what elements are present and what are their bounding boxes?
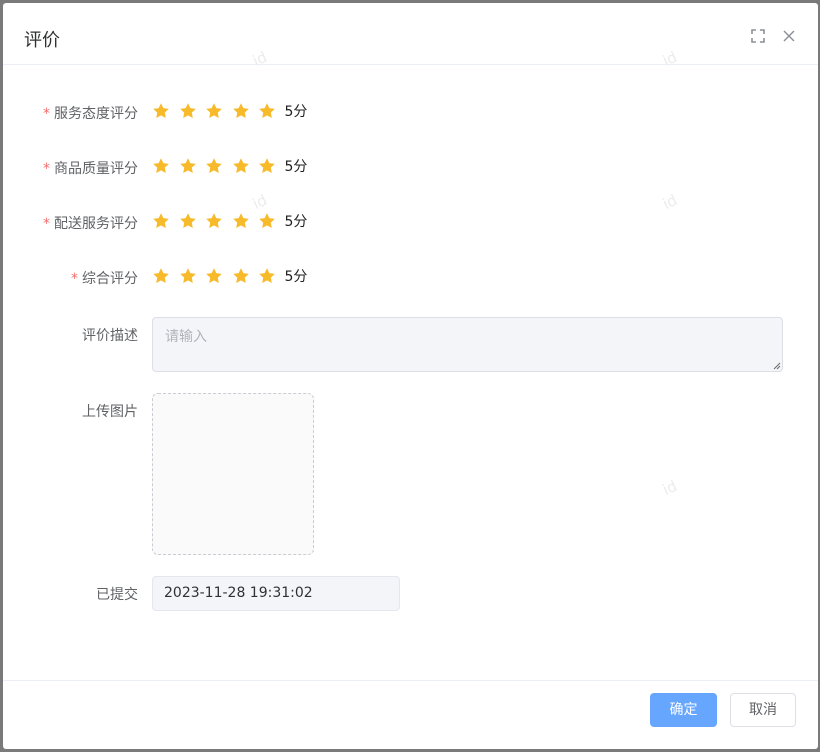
star-icon[interactable] [152,212,170,230]
description-placeholder: 请输入 [165,329,207,345]
cancel-button[interactable]: 取消 [730,693,796,727]
rating-score-text: 5分 [284,214,308,230]
star-rating[interactable]: 5分 [152,211,307,231]
star-rating[interactable]: 5分 [152,101,307,121]
watermark: id [659,190,680,214]
star-icon[interactable] [205,102,223,120]
star-icon[interactable] [232,212,250,230]
rating-label: * 服务态度评分 [43,103,138,123]
rating-label-text: 综合评分 [82,271,138,287]
star-icon[interactable] [152,267,170,285]
rating-score-text: 5分 [284,269,308,285]
dialog-footer: 确定 取消 [3,680,818,749]
rating-label: * 商品质量评分 [43,158,138,178]
submitted-time-field: 2023-11-28 19:31:02 [152,576,400,611]
star-icon[interactable] [152,157,170,175]
star-icon[interactable] [179,102,197,120]
rating-label-text: 服务态度评分 [54,106,138,122]
star-icon[interactable] [232,267,250,285]
rating-score-text: 5分 [284,104,308,120]
star-icon[interactable] [258,102,276,120]
watermark: id [249,190,270,214]
star-icon[interactable] [232,102,250,120]
star-rating[interactable]: 5分 [152,156,307,176]
confirm-button[interactable]: 确定 [650,693,717,727]
image-upload-area[interactable] [152,393,314,555]
star-icon[interactable] [205,157,223,175]
star-icon[interactable] [232,157,250,175]
resize-handle-icon[interactable] [773,362,781,370]
dialog-title: 评价 [24,30,60,51]
star-icon[interactable] [205,267,223,285]
star-icon[interactable] [205,212,223,230]
fullscreen-icon[interactable] [750,28,766,44]
star-icon[interactable] [258,267,276,285]
required-asterisk: * [71,271,78,287]
rating-label: * 配送服务评分 [43,213,138,233]
dialog-header: 评价 [3,3,818,65]
star-icon[interactable] [179,157,197,175]
star-icon[interactable] [152,102,170,120]
description-textarea[interactable]: 请输入 [152,317,783,372]
star-icon[interactable] [258,212,276,230]
star-icon[interactable] [179,212,197,230]
upload-label: 上传图片 [82,404,138,420]
star-rating[interactable]: 5分 [152,266,307,286]
close-icon[interactable] [781,28,797,44]
star-icon[interactable] [179,267,197,285]
rating-label: * 综合评分 [71,268,138,288]
star-icon[interactable] [258,157,276,175]
submitted-label: 已提交 [96,587,138,603]
rating-score-text: 5分 [284,159,308,175]
rating-dialog: id id id id id id id id 评价 *服务态度评分5分*商品质… [3,3,818,749]
required-asterisk: * [43,216,50,232]
rating-label-text: 配送服务评分 [54,216,138,232]
rating-label-text: 商品质量评分 [54,161,138,177]
description-label: 评价描述 [82,328,138,344]
required-asterisk: * [43,161,50,177]
watermark: id [659,476,680,500]
required-asterisk: * [43,106,50,122]
